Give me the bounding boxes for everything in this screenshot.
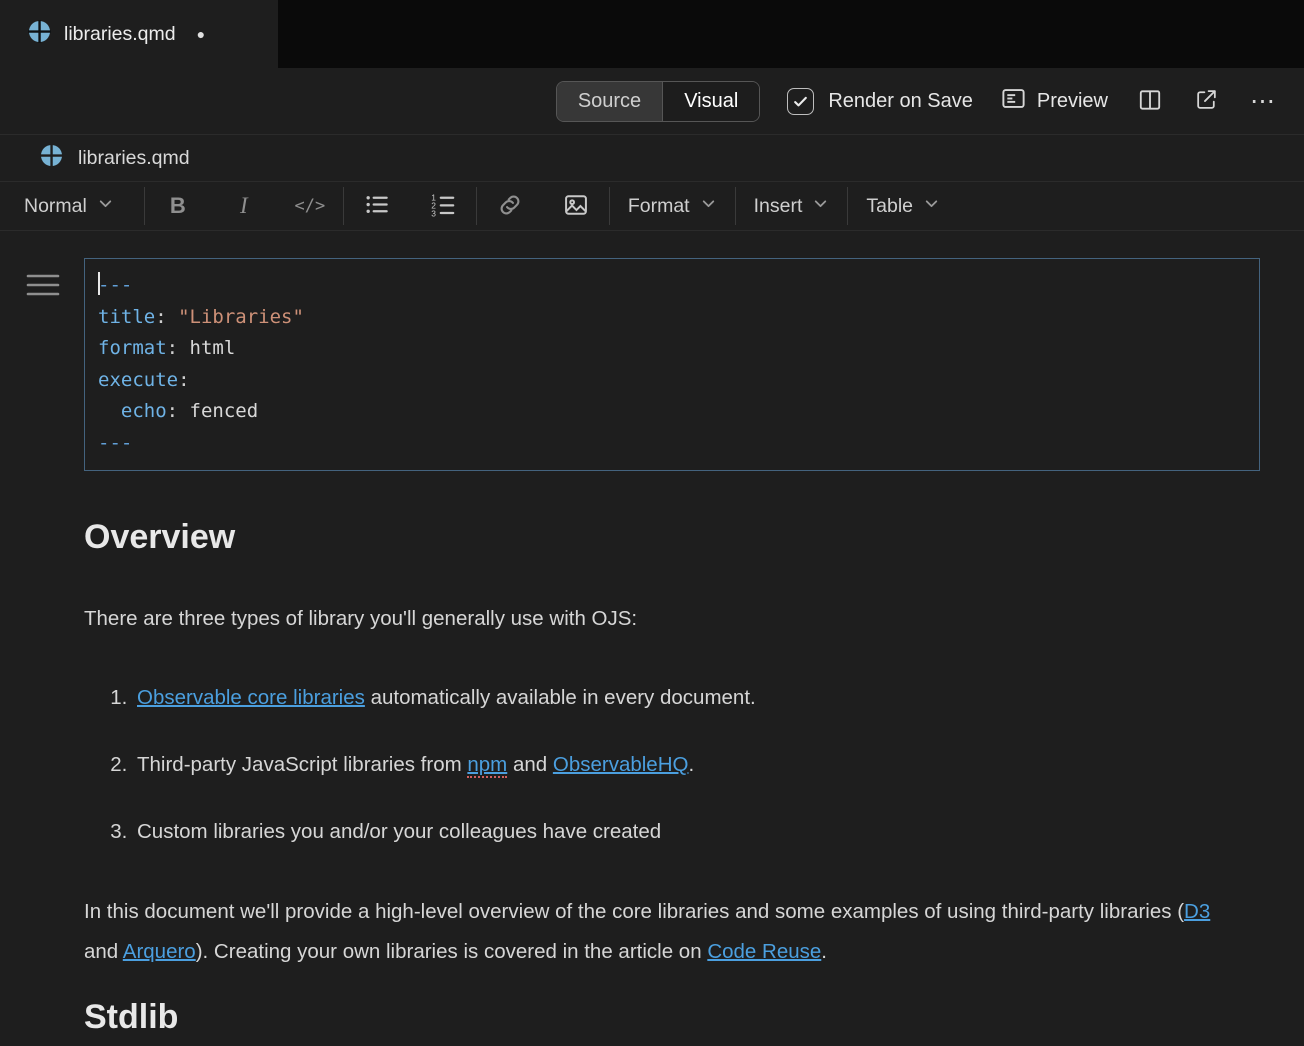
render-on-save-checkbox[interactable]: Render on Save xyxy=(787,88,973,115)
intro-paragraph: There are three types of library you'll … xyxy=(84,599,1260,639)
visual-mode-button[interactable]: Visual xyxy=(663,82,759,121)
chevron-down-icon xyxy=(923,195,940,218)
block-drag-handle[interactable] xyxy=(26,272,60,305)
split-editor-icon xyxy=(1137,87,1163,116)
quarto-icon xyxy=(28,20,51,48)
paragraph-style-label: Normal xyxy=(24,195,87,218)
insert-menu[interactable]: Insert xyxy=(736,182,848,230)
italic-icon: I xyxy=(240,193,248,219)
modified-indicator: ● xyxy=(197,26,205,42)
bullet-list-button[interactable] xyxy=(344,182,410,230)
tab-libraries-qmd[interactable]: libraries.qmd ● xyxy=(0,0,278,68)
text-segment: Custom libraries you and/or your colleag… xyxy=(137,820,661,843)
format-menu[interactable]: Format xyxy=(610,182,735,230)
format-menu-label: Format xyxy=(628,195,690,218)
formatting-toolbar: Normal B I </> 123 xyxy=(0,181,1304,231)
inline-link[interactable]: npm xyxy=(467,753,507,778)
text-segment: ). Creating your own libraries is covere… xyxy=(196,940,708,963)
preview-icon xyxy=(1000,85,1027,118)
editor-window: libraries.qmd ● Source Visual Render on … xyxy=(0,0,1304,1046)
paragraph-style-dropdown[interactable]: Normal xyxy=(0,182,144,230)
yaml-line: --- xyxy=(98,270,1246,302)
chevron-down-icon xyxy=(700,195,717,218)
text-segment: Third-party JavaScript libraries from xyxy=(137,753,467,776)
numbered-list-button[interactable]: 123 xyxy=(410,182,476,230)
inline-link[interactable]: Code Reuse xyxy=(707,940,821,963)
outro-paragraph: In this document we'll provide a high-le… xyxy=(84,892,1229,972)
breadcrumb-file[interactable]: libraries.qmd xyxy=(78,147,190,170)
bold-button[interactable]: B xyxy=(145,182,211,230)
table-menu-label: Table xyxy=(866,195,913,218)
inline-link[interactable]: ObservableHQ xyxy=(553,753,689,776)
insert-menu-label: Insert xyxy=(754,195,803,218)
inline-link[interactable]: Observable core libraries xyxy=(137,686,365,709)
tab-bar: libraries.qmd ● xyxy=(0,0,1304,68)
text-segment: and xyxy=(507,753,553,776)
text-segment: automatically available in every documen… xyxy=(365,686,756,709)
list-item: Observable core libraries automatically … xyxy=(133,685,1260,710)
table-menu[interactable]: Table xyxy=(848,182,958,230)
link-icon xyxy=(496,191,524,222)
svg-text:3: 3 xyxy=(432,208,437,218)
split-editor-button[interactable] xyxy=(1135,85,1165,118)
checkbox-check-icon xyxy=(787,88,814,115)
bullet-list-icon xyxy=(363,191,390,221)
italic-button[interactable]: I xyxy=(211,182,277,230)
more-actions-button[interactable]: ⋯ xyxy=(1248,87,1278,116)
list-item: Custom libraries you and/or your colleag… xyxy=(133,819,1260,844)
library-types-list: Observable core libraries automatically … xyxy=(84,685,1260,844)
text-segment: In this document we'll provide a high-le… xyxy=(84,900,1184,923)
code-icon: </> xyxy=(294,196,325,216)
inline-link[interactable]: D3 xyxy=(1184,900,1210,923)
tab-title: libraries.qmd xyxy=(64,23,176,46)
breadcrumb: libraries.qmd xyxy=(0,134,1304,181)
text-segment: and xyxy=(84,940,123,963)
bold-icon: B xyxy=(170,193,186,219)
preview-button[interactable]: Preview xyxy=(1000,85,1108,118)
quarto-icon xyxy=(40,144,63,172)
image-icon xyxy=(562,191,590,222)
yaml-line: title: "Libraries" xyxy=(98,302,1246,334)
chevron-down-icon xyxy=(97,195,114,218)
chevron-down-icon xyxy=(812,195,829,218)
insert-image-button[interactable] xyxy=(543,182,609,230)
yaml-front-matter-block[interactable]: ---title: "Libraries"format: htmlexecute… xyxy=(84,258,1260,471)
more-icon: ⋯ xyxy=(1250,89,1276,114)
visual-editor-surface[interactable]: ---title: "Libraries"format: htmlexecute… xyxy=(0,231,1304,1046)
text-segment: . xyxy=(688,753,694,776)
heading-overview: Overview xyxy=(84,518,1260,557)
code-format-button[interactable]: </> xyxy=(277,182,343,230)
yaml-line: execute: xyxy=(98,365,1246,397)
mode-toggle: Source Visual xyxy=(556,81,761,122)
heading-stdlib: Stdlib xyxy=(84,998,1260,1037)
insert-link-button[interactable] xyxy=(477,182,543,230)
yaml-line: echo: fenced xyxy=(98,396,1246,428)
source-mode-button[interactable]: Source xyxy=(557,82,663,121)
yaml-line: format: html xyxy=(98,333,1246,365)
open-external-icon xyxy=(1194,87,1219,115)
render-on-save-label: Render on Save xyxy=(828,90,973,113)
list-item: Third-party JavaScript libraries from np… xyxy=(133,752,1260,777)
inline-link[interactable]: Arquero xyxy=(123,940,196,963)
editor-action-toolbar: Source Visual Render on Save Preview xyxy=(0,68,1304,134)
numbered-list-icon: 123 xyxy=(429,191,456,221)
text-segment: . xyxy=(821,940,827,963)
open-external-button[interactable] xyxy=(1192,85,1221,117)
preview-label: Preview xyxy=(1037,90,1108,113)
yaml-line: --- xyxy=(98,428,1246,460)
